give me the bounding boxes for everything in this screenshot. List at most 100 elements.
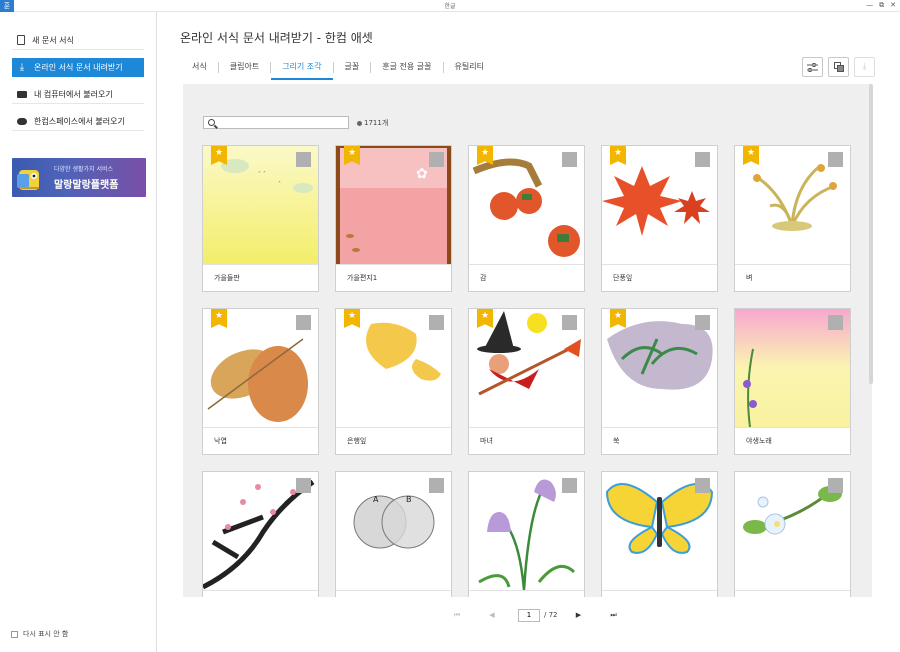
select-checkbox[interactable] bbox=[296, 478, 311, 493]
download-icon: ⤓ bbox=[19, 61, 25, 73]
select-checkbox[interactable] bbox=[695, 152, 710, 167]
content-scrollbar[interactable] bbox=[869, 84, 873, 384]
select-checkbox[interactable] bbox=[695, 478, 710, 493]
banner-title: 말랑말랑플랫폼 bbox=[54, 180, 119, 191]
sidebar-item-open-hancomspace[interactable]: 한컴스페이스에서 불러오기 bbox=[12, 112, 144, 131]
clip-card[interactable] bbox=[734, 471, 851, 597]
last-page-button[interactable]: ⏭ bbox=[605, 608, 623, 622]
select-checkbox[interactable] bbox=[562, 315, 577, 330]
download-button[interactable]: ⤓ bbox=[854, 57, 875, 77]
clip-caption: 낙엽 bbox=[203, 427, 318, 454]
result-count-label: 1711개 bbox=[364, 119, 389, 127]
sidebar-item-online-download[interactable]: ⤓ 온라인 서식 문서 내려받기 bbox=[12, 58, 144, 77]
select-checkbox[interactable] bbox=[429, 152, 444, 167]
select-checkbox[interactable] bbox=[562, 152, 577, 167]
select-checkbox[interactable] bbox=[828, 478, 843, 493]
next-page-button[interactable]: ▶ bbox=[570, 608, 588, 622]
clip-caption bbox=[469, 590, 584, 597]
tab-fonts[interactable]: 글꼴 bbox=[334, 60, 371, 80]
clip-caption: 은행잎 bbox=[336, 427, 451, 454]
sidebar-item-new-document[interactable]: 새 문서 서식 bbox=[12, 31, 144, 50]
clip-card[interactable]: ★ 벼 bbox=[734, 145, 851, 292]
pagination: ⏮ ◀ / 72 ▶ ⏭ bbox=[448, 608, 640, 622]
clip-caption: 가을편지1 bbox=[336, 264, 451, 291]
clip-card[interactable]: ✿ ★ 가을편지1 bbox=[335, 145, 452, 292]
select-checkbox[interactable] bbox=[296, 315, 311, 330]
tab-forms[interactable]: 서식 bbox=[180, 60, 218, 80]
cloud-icon bbox=[17, 117, 27, 125]
copy-button[interactable] bbox=[828, 57, 849, 77]
clip-caption: 단풍잎 bbox=[602, 264, 717, 291]
select-checkbox[interactable] bbox=[562, 478, 577, 493]
page-title: 온라인 서식 문서 내려받기 - 한컴 애셋 bbox=[180, 31, 373, 45]
venn-label-b: B bbox=[406, 495, 412, 504]
restore-button[interactable]: ⧉ bbox=[879, 0, 884, 11]
clip-card[interactable]: ★ 은행잎 bbox=[335, 308, 452, 455]
select-checkbox[interactable] bbox=[429, 478, 444, 493]
close-button[interactable]: ✕ bbox=[890, 0, 896, 11]
clip-card[interactable]: ˄ ˄ ˄ ★ 가을들판 bbox=[202, 145, 319, 292]
first-page-button[interactable]: ⏮ bbox=[448, 608, 466, 622]
title-bar: 훈 한글 — ⧉ ✕ bbox=[0, 0, 900, 12]
dont-show-label: 다시 표시 안 함 bbox=[23, 630, 69, 638]
promo-banner[interactable]: 다양한 생활가치 서비스 말랑말랑플랫폼 bbox=[12, 158, 146, 197]
sidebar-item-open-local[interactable]: 내 컴퓨터에서 불러오기 bbox=[12, 85, 144, 104]
search-icon bbox=[208, 119, 215, 126]
mascot-icon bbox=[17, 170, 39, 190]
window-title: 한글 bbox=[444, 3, 456, 10]
clip-caption: 감 bbox=[469, 264, 584, 291]
search-box[interactable] bbox=[203, 116, 349, 129]
main-panel: 온라인 서식 문서 내려받기 - 한컴 애셋 서식 클립아트 그리기 조각 글꼴… bbox=[158, 12, 900, 652]
tab-drawing-pieces[interactable]: 그리기 조각 bbox=[271, 60, 333, 80]
download-icon: ⤓ bbox=[862, 62, 867, 72]
sidebar-item-label: 한컴스페이스에서 불러오기 bbox=[34, 116, 125, 126]
category-tabs: 서식 클립아트 그리기 조각 글꼴 훈글 전용 글꼴 유틸리티 bbox=[180, 60, 495, 80]
select-checkbox[interactable] bbox=[828, 152, 843, 167]
clip-card[interactable]: A B bbox=[335, 471, 452, 597]
clip-card[interactable]: ★ 단풍잎 bbox=[601, 145, 718, 292]
clip-caption bbox=[602, 590, 717, 597]
clip-card[interactable]: 야생노래 bbox=[734, 308, 851, 455]
clip-caption bbox=[203, 590, 318, 597]
clip-card[interactable]: ★ 감 bbox=[468, 145, 585, 292]
window-controls: — ⧉ ✕ bbox=[866, 0, 896, 11]
clip-caption: 야생노래 bbox=[735, 427, 850, 454]
svg-text:˄ ˄: ˄ ˄ bbox=[258, 171, 266, 178]
sidebar-item-label: 온라인 서식 문서 내려받기 bbox=[34, 63, 123, 72]
clip-card[interactable]: ★ 쑥 bbox=[601, 308, 718, 455]
page-total: / 72 bbox=[544, 611, 558, 619]
tab-utilities[interactable]: 유틸리티 bbox=[444, 60, 495, 80]
select-checkbox[interactable] bbox=[828, 315, 843, 330]
select-checkbox[interactable] bbox=[429, 315, 444, 330]
clip-card[interactable] bbox=[202, 471, 319, 597]
page-number-input[interactable] bbox=[518, 608, 540, 622]
clip-card[interactable]: ★ 낙엽 bbox=[202, 308, 319, 455]
prev-page-button[interactable]: ◀ bbox=[483, 608, 501, 622]
document-icon bbox=[17, 35, 25, 45]
result-count: 1711개 bbox=[357, 118, 388, 128]
count-icon bbox=[357, 120, 362, 126]
banner-subtitle: 다양한 생활가치 서비스 bbox=[54, 166, 114, 173]
folder-icon bbox=[17, 90, 27, 98]
svg-text:✿: ✿ bbox=[416, 166, 428, 182]
copy-icon bbox=[833, 62, 844, 72]
sidebar: 새 문서 서식 ⤓ 온라인 서식 문서 내려받기 내 컴퓨터에서 불러오기 한컴… bbox=[0, 12, 157, 652]
sidebar-item-label: 내 컴퓨터에서 불러오기 bbox=[34, 89, 113, 99]
select-checkbox[interactable] bbox=[296, 152, 311, 167]
clip-caption: 가을들판 bbox=[203, 264, 318, 291]
sliders-icon bbox=[807, 62, 818, 72]
clip-caption: 쑥 bbox=[602, 427, 717, 454]
clip-caption: 마녀 bbox=[469, 427, 584, 454]
clip-card[interactable] bbox=[601, 471, 718, 597]
dont-show-checkbox[interactable] bbox=[11, 630, 18, 638]
minimize-button[interactable]: — bbox=[866, 0, 873, 11]
select-checkbox[interactable] bbox=[695, 315, 710, 330]
tab-hangul-fonts[interactable]: 훈글 전용 글꼴 bbox=[371, 60, 442, 80]
tab-clipart[interactable]: 클립아트 bbox=[219, 60, 270, 80]
sidebar-item-label: 새 문서 서식 bbox=[32, 35, 74, 45]
dont-show-again[interactable]: 다시 표시 안 함 bbox=[11, 629, 68, 639]
clip-card[interactable]: ★ 마녀 bbox=[468, 308, 585, 455]
search-input[interactable] bbox=[219, 118, 339, 127]
filter-button[interactable] bbox=[802, 57, 823, 77]
clip-card[interactable] bbox=[468, 471, 585, 597]
